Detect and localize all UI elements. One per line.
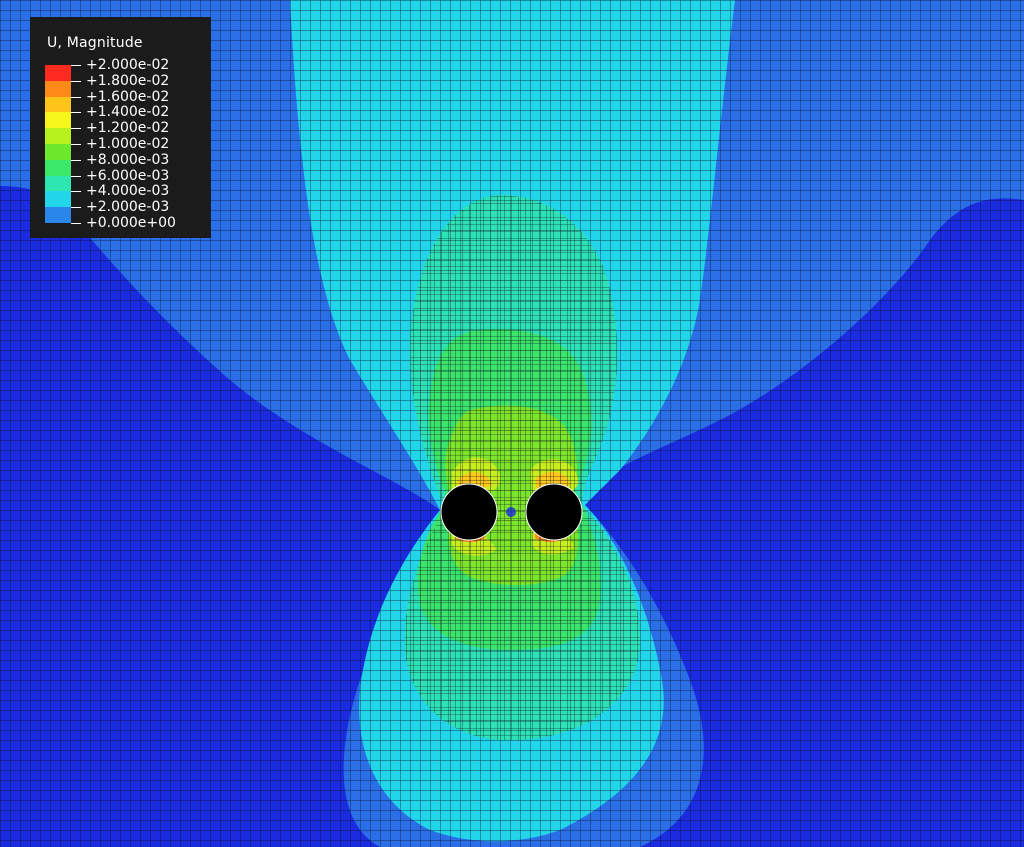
contour-plot-viewport: U, Magnitude +2.000e-02 +1.800e-02 +1.600e… xyxy=(0,0,1024,847)
legend-tick xyxy=(71,80,81,82)
legend-tick-label: +4.000e-03 xyxy=(86,183,170,200)
hole-left xyxy=(440,483,498,541)
legend-tick-label: +8.000e-03 xyxy=(86,151,170,168)
legend-swatch xyxy=(45,65,71,81)
legend-tick-label: +1.800e-02 xyxy=(86,72,170,89)
legend-tick-label: +6.000e-03 xyxy=(86,167,170,184)
hole-right xyxy=(525,483,583,541)
legend-tick-label: +1.600e-02 xyxy=(86,88,170,105)
legend-swatch xyxy=(45,159,71,176)
legend-swatch xyxy=(45,80,71,97)
legend-tick xyxy=(71,223,81,224)
legend-swatch xyxy=(45,191,71,208)
legend-tick xyxy=(71,207,81,209)
legend-tick-label: +1.200e-02 xyxy=(86,120,170,137)
legend-tick xyxy=(71,175,81,177)
legend-swatch xyxy=(45,144,71,160)
legend-swatch xyxy=(45,112,71,129)
center-spot xyxy=(506,507,516,517)
legend-tick-label: +2.000e-02 xyxy=(86,57,170,73)
legend-tick-label: +1.400e-02 xyxy=(86,104,170,121)
color-legend: U, Magnitude +2.000e-02 +1.800e-02 +1.600e… xyxy=(30,17,211,238)
legend-tick xyxy=(71,96,81,98)
legend-swatch xyxy=(45,175,71,192)
legend-tick-label: +0.000e+00 xyxy=(86,215,176,231)
legend-tick xyxy=(71,112,81,114)
legend-tick-label: +1.000e-02 xyxy=(86,136,170,152)
legend-tick xyxy=(71,159,81,161)
legend-title: U, Magnitude xyxy=(47,35,143,51)
legend-swatch xyxy=(45,128,71,144)
legend-tick xyxy=(71,128,81,130)
legend-tick-label: +2.000e-03 xyxy=(86,199,170,216)
legend-tick xyxy=(71,144,81,145)
legend-tick xyxy=(71,65,81,66)
legend-tick xyxy=(71,191,81,193)
legend-swatch xyxy=(45,96,71,113)
legend-swatch xyxy=(45,207,71,223)
